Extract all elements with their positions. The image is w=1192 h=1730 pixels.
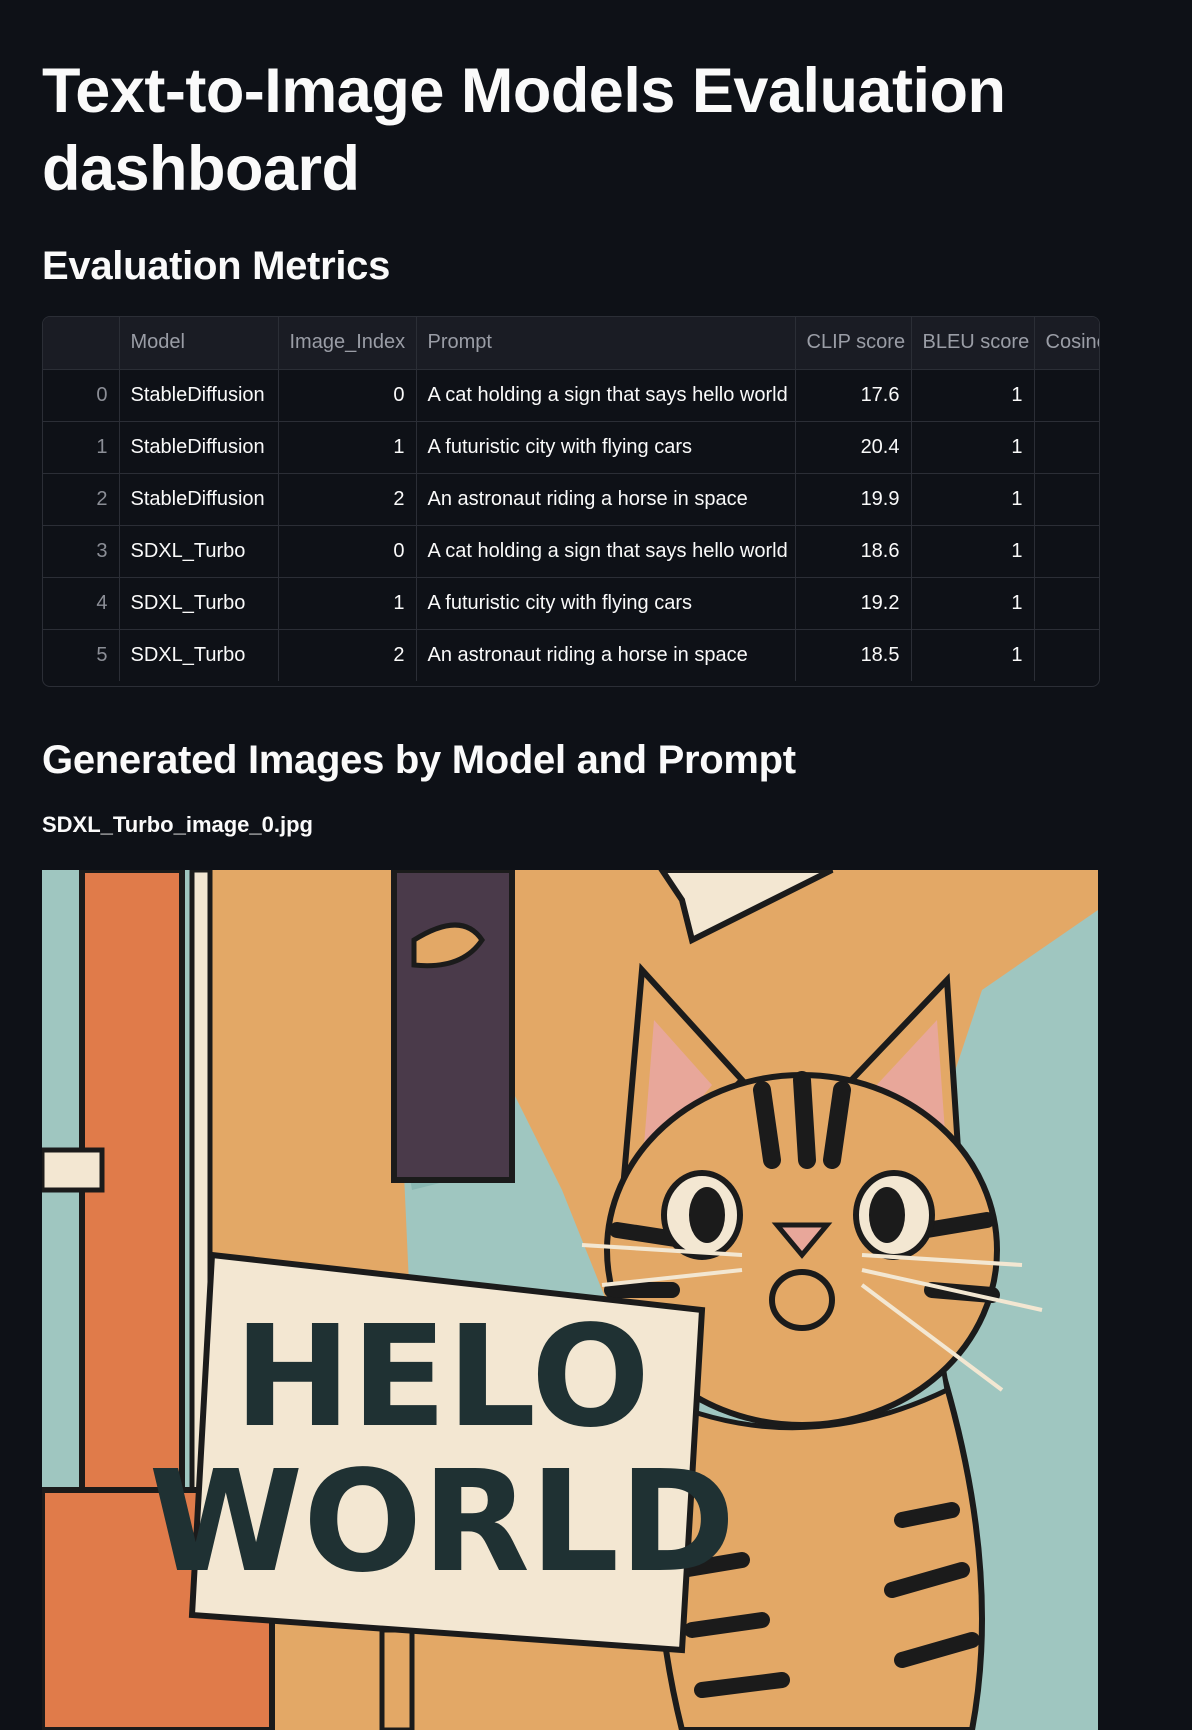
clip-score-cell[interactable]: 19.9 [795,473,912,526]
bleu-score-cell[interactable]: 1 [911,369,1035,422]
clip-score-cell[interactable]: 18.5 [795,629,912,681]
metrics-table[interactable]: Model Image_Index Prompt CLIP score BLEU… [42,316,1100,687]
table-row: 1 StableDiffusion 1 A futuristic city wi… [43,421,1099,474]
model-cell[interactable]: SDXL_Turbo [119,629,279,681]
prompt-cell[interactable]: An astronaut riding a horse in space [416,473,796,526]
image-index-cell[interactable]: 0 [278,525,417,578]
image-index-cell[interactable]: 2 [278,629,417,681]
column-header-prompt[interactable]: Prompt [416,317,796,370]
prompt-cell[interactable]: A cat holding a sign that says hello wor… [416,369,796,422]
row-index-cell[interactable]: 4 [43,577,120,630]
bleu-score-cell[interactable]: 1 [911,525,1035,578]
column-header-cosine[interactable]: Cosine [1034,317,1099,370]
model-cell[interactable]: SDXL_Turbo [119,525,279,578]
table-row: 4 SDXL_Turbo 1 A futuristic city with fl… [43,577,1099,630]
bleu-score-cell[interactable]: 1 [911,629,1035,681]
cosine-cell[interactable] [1034,369,1099,422]
table-header-row: Model Image_Index Prompt CLIP score BLEU… [43,317,1099,370]
clip-score-cell[interactable]: 19.2 [795,577,912,630]
clip-score-cell[interactable]: 17.6 [795,369,912,422]
page-title: Text-to-Image Models Evaluation dashboar… [42,56,1006,204]
model-cell[interactable]: SDXL_Turbo [119,577,279,630]
image-index-cell[interactable]: 1 [278,421,417,474]
table-row: 2 StableDiffusion 2 An astronaut riding … [43,473,1099,526]
cosine-cell[interactable] [1034,473,1099,526]
prompt-cell[interactable]: An astronaut riding a horse in space [416,629,796,681]
bleu-score-cell[interactable]: 1 [911,577,1035,630]
column-header-clip-score[interactable]: CLIP score [795,317,912,370]
image-index-cell[interactable]: 2 [278,473,417,526]
sign-line-2: WORLD [149,1441,736,1604]
table-row: 3 SDXL_Turbo 0 A cat holding a sign that… [43,525,1099,578]
generated-images-heading: Generated Images by Model and Prompt [42,738,796,782]
model-cell[interactable]: StableDiffusion [119,473,279,526]
row-index-cell[interactable]: 3 [43,525,120,578]
clip-score-cell[interactable]: 20.4 [795,421,912,474]
image-index-cell[interactable]: 1 [278,577,417,630]
prompt-cell[interactable]: A cat holding a sign that says hello wor… [416,525,796,578]
clip-score-cell[interactable]: 18.6 [795,525,912,578]
column-header-image-index[interactable]: Image_Index [278,317,417,370]
row-index-cell[interactable]: 5 [43,629,120,681]
bleu-score-cell[interactable]: 1 [911,421,1035,474]
cosine-cell[interactable] [1034,421,1099,474]
table-row: 0 StableDiffusion 0 A cat holding a sign… [43,369,1099,422]
model-cell[interactable]: StableDiffusion [119,421,279,474]
row-index-cell[interactable]: 2 [43,473,120,526]
model-cell[interactable]: StableDiffusion [119,369,279,422]
generated-image: HELO WORLD [42,870,1098,1730]
cosine-cell[interactable] [1034,525,1099,578]
prompt-cell[interactable]: A futuristic city with flying cars [416,577,796,630]
cosine-cell[interactable] [1034,629,1099,681]
table-row: 5 SDXL_Turbo 2 An astronaut riding a hor… [43,629,1099,681]
column-header-bleu-score[interactable]: BLEU score [911,317,1035,370]
evaluation-metrics-heading: Evaluation Metrics [42,244,391,288]
cosine-cell[interactable] [1034,577,1099,630]
column-header-model[interactable]: Model [119,317,279,370]
sign-line-1: HELO [234,1296,650,1459]
row-index-cell[interactable]: 1 [43,421,120,474]
column-header-index[interactable] [43,317,120,370]
image-file-caption: SDXL_Turbo_image_0.jpg [42,812,313,837]
bleu-score-cell[interactable]: 1 [911,473,1035,526]
row-index-cell[interactable]: 0 [43,369,120,422]
prompt-cell[interactable]: A futuristic city with flying cars [416,421,796,474]
image-index-cell[interactable]: 0 [278,369,417,422]
